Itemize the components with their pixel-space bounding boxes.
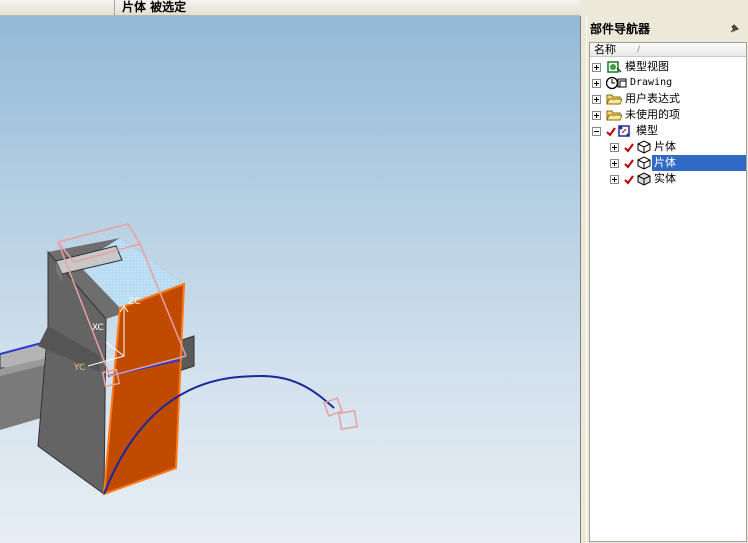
tree-item-label: 模型 — [636, 124, 658, 137]
tree-item[interactable]: 模型 — [590, 123, 746, 139]
tree-item[interactable]: 实体 — [590, 171, 746, 187]
column-header-label: 名称 — [594, 43, 616, 56]
expand-icon[interactable] — [610, 159, 619, 168]
tree-item[interactable]: Drawing — [590, 75, 746, 91]
navigator-title: 部件导航器 — [590, 22, 651, 36]
tree-item-label: 片体 — [654, 140, 676, 153]
axis-label-xc: XC — [92, 323, 104, 333]
expand-icon[interactable] — [610, 175, 619, 184]
axis-label-zc: ZC — [128, 297, 140, 307]
pane-splitter[interactable] — [580, 16, 587, 543]
sort-indicator-icon: / — [637, 45, 641, 55]
expand-icon[interactable] — [610, 143, 619, 152]
graphics-viewport[interactable]: ZC XC YC — [0, 16, 580, 543]
part-navigator-panel: 部件导航器 名称 / 模型视图 Drawing 用户表达式 未使用的项 模型 片体 片体 实体 — [587, 16, 748, 543]
collapse-icon[interactable] — [592, 127, 601, 136]
solid-body-icon — [635, 172, 653, 191]
tree-item-label: 模型视图 — [625, 60, 669, 73]
tree-item[interactable]: 片体 — [590, 139, 746, 155]
expand-icon[interactable] — [592, 111, 601, 120]
tree-item-label: Drawing — [630, 77, 673, 88]
tree-item[interactable]: 未使用的项 — [590, 107, 746, 123]
tree-item[interactable]: 模型视图 — [590, 59, 746, 75]
pin-icon[interactable] — [728, 23, 740, 35]
model-canvas[interactable]: ZC XC YC — [0, 16, 580, 543]
tree-item[interactable]: 片体 — [590, 155, 746, 171]
status-message: 片体 被选定 — [122, 0, 187, 14]
tree-item-label: 实体 — [654, 172, 676, 185]
tree-item-label: 用户表达式 — [625, 92, 680, 105]
expand-icon[interactable] — [592, 95, 601, 104]
tree-item-label: 片体 — [652, 155, 746, 171]
navigator-tree[interactable]: 名称 / 模型视图 Drawing 用户表达式 未使用的项 模型 片体 片体 实体 — [589, 42, 747, 542]
column-header-name[interactable]: 名称 / — [590, 43, 746, 57]
expand-icon[interactable] — [592, 63, 601, 72]
expand-icon[interactable] — [592, 79, 601, 88]
axis-label-yc: YC — [73, 363, 85, 373]
visibility-check-icon[interactable] — [624, 174, 634, 190]
tree-item-label: 未使用的项 — [625, 108, 680, 121]
tree-item[interactable]: 用户表达式 — [590, 91, 746, 107]
status-separator — [114, 0, 115, 15]
status-bar: 片体 被选定 — [0, 0, 580, 16]
